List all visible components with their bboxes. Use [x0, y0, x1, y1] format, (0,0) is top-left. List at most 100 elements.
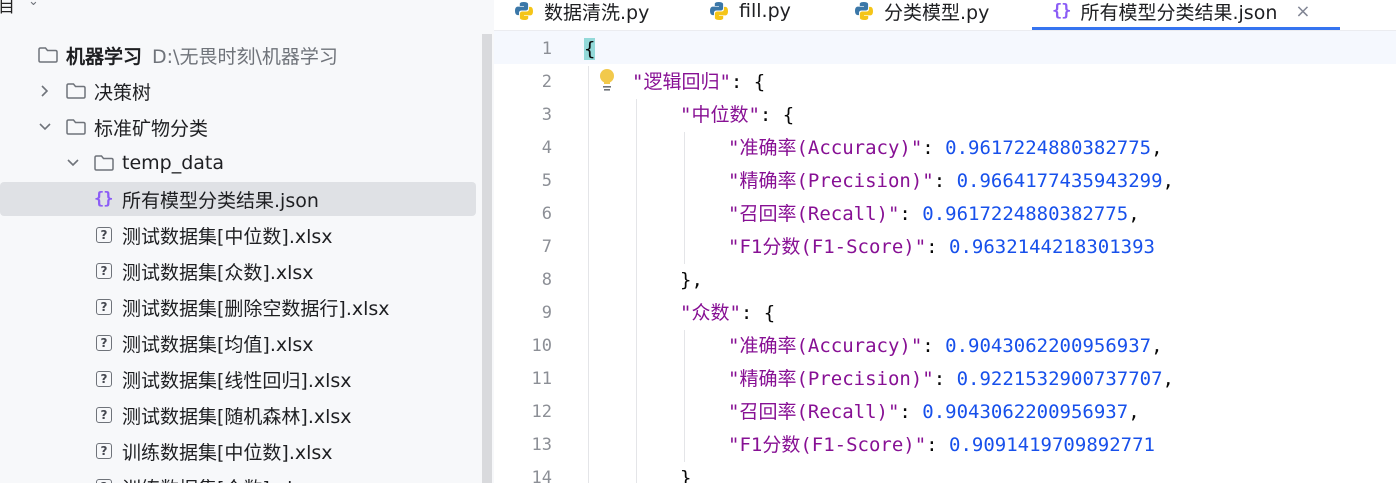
unknown-file-icon: ?	[96, 371, 112, 387]
unknown-file-icon: ?	[96, 479, 112, 483]
code-line[interactable]: },	[680, 264, 703, 297]
close-icon[interactable]: ×	[1295, 1, 1310, 22]
tree-item-label: 测试数据集[众数].xlsx	[122, 261, 314, 284]
line-number: 10	[531, 336, 552, 356]
json-punctuation: : {	[730, 71, 766, 93]
unknown-file-icon: ?	[96, 299, 112, 315]
json-key: "召回率(Recall)"	[728, 401, 900, 423]
tree-row-unknown[interactable]: ? 训练数据集[众数].xlsx	[0, 470, 476, 483]
code-line[interactable]: "准确率(Accuracy)": 0.9043062200956937,	[728, 330, 1163, 363]
tree-row-json[interactable]: {} 所有模型分类结果.json	[0, 182, 476, 216]
json-file-icon: {}	[94, 189, 114, 209]
json-key: "精确率(Precision)"	[728, 368, 934, 390]
json-number: 0.9091419709892771	[949, 434, 1155, 456]
tree-row-unknown[interactable]: ? 测试数据集[删除空数据行].xlsx	[0, 290, 476, 324]
json-number: 0.9043062200956937	[922, 401, 1129, 423]
code-line[interactable]: "召回率(Recall)": 0.9043062200956937,	[728, 396, 1140, 429]
code-line[interactable]: "准确率(Accuracy)": 0.9617224880382775,	[728, 132, 1163, 165]
chevron-right-icon[interactable]	[38, 84, 52, 98]
project-view-header[interactable]: 目 ⌄	[0, 0, 480, 17]
editor-tab[interactable]: 数据清洗.py	[514, 0, 649, 30]
python-icon	[854, 1, 874, 21]
editor-tab[interactable]: {} 所有模型分类结果.json ×	[1031, 0, 1341, 30]
json-punctuation: :	[899, 203, 923, 225]
editor-pane: 数据清洗.py fill.py 分类模型.py {} 所有模型分类结果.json × 1 2…	[494, 0, 1396, 483]
indent-guide	[684, 132, 685, 264]
tree-row-unknown[interactable]: ? 训练数据集[中位数].xlsx	[0, 434, 476, 468]
code-line[interactable]: }	[680, 462, 691, 483]
tree-row-folder[interactable]: 决策树	[0, 74, 476, 108]
tree-item-label: 标准矿物分类	[94, 117, 209, 140]
chevron-down-icon[interactable]	[66, 156, 80, 170]
tree-item-label: 机器学习 D:\无畏时刻\机器学习	[66, 45, 338, 68]
folder-icon	[38, 47, 58, 63]
code-line[interactable]: "逻辑回归": {	[632, 66, 765, 99]
json-punctuation: :	[899, 401, 923, 423]
python-icon	[514, 1, 534, 21]
line-number-gutter: 1 2 3 4 5 6 7 8 9 10 11 12 13 14	[494, 31, 564, 483]
tree-row-folder[interactable]: temp_data	[0, 146, 476, 180]
scrollbar-thumb[interactable]	[482, 34, 492, 483]
folder-icon	[66, 119, 86, 135]
json-punctuation: :	[933, 368, 957, 390]
lightbulb-icon[interactable]	[598, 68, 616, 92]
json-number: 0.9632144218301393	[949, 236, 1155, 258]
line-number: 2	[541, 72, 552, 92]
python-icon	[709, 1, 729, 21]
chevron-down-icon[interactable]: ⌄	[28, 0, 39, 9]
code-line[interactable]: "召回率(Recall)": 0.9617224880382775,	[728, 198, 1140, 231]
editor-tab-bar: 数据清洗.py fill.py 分类模型.py {} 所有模型分类结果.json ×	[494, 0, 1396, 31]
json-key: "中位数"	[680, 104, 760, 126]
line-number: 1	[541, 39, 552, 59]
code-line[interactable]: {	[584, 33, 596, 66]
unknown-file-icon: ?	[96, 227, 112, 243]
sidebar-scrollbar[interactable]	[480, 34, 494, 483]
json-punctuation: ,	[1128, 203, 1140, 225]
line-number: 8	[541, 270, 552, 290]
tree-item-label: 所有模型分类结果.json	[122, 189, 319, 212]
json-number: 0.9221532900737707	[956, 368, 1163, 390]
tree-item-label: 测试数据集[均值].xlsx	[122, 333, 314, 356]
line-number: 4	[541, 138, 552, 158]
json-punctuation: :	[922, 335, 946, 357]
json-punctuation: :	[933, 170, 957, 192]
json-punctuation: {	[584, 38, 596, 60]
json-punctuation: ,	[1162, 170, 1174, 192]
tree-item-label: 决策树	[94, 81, 152, 104]
tree-row-unknown[interactable]: ? 测试数据集[随机森林].xlsx	[0, 398, 476, 432]
json-punctuation: : {	[759, 104, 795, 126]
json-key: "召回率(Recall)"	[728, 203, 900, 225]
unknown-file-icon: ?	[96, 407, 112, 423]
tree-row-folder[interactable]: 机器学习 D:\无畏时刻\机器学习	[0, 38, 476, 72]
code-line[interactable]: "众数": {	[680, 297, 775, 330]
tree-row-unknown[interactable]: ? 测试数据集[众数].xlsx	[0, 254, 476, 288]
code-line[interactable]: "精确率(Precision)": 0.9664177435943299,	[728, 165, 1174, 198]
tree-item-label: 测试数据集[删除空数据行].xlsx	[122, 297, 390, 320]
tree-item-label: temp_data	[122, 152, 225, 174]
code-line[interactable]: "F1分数(F1-Score)": 0.9091419709892771	[728, 429, 1155, 462]
tree-item-label: 训练数据集[中位数].xlsx	[122, 441, 333, 464]
tree-row-folder[interactable]: 标准矿物分类	[0, 110, 476, 144]
json-punctuation: ,	[1162, 368, 1174, 390]
folder-icon	[66, 83, 86, 99]
folder-icon	[94, 155, 114, 171]
json-key: "准确率(Accuracy)"	[728, 137, 923, 159]
code-line[interactable]: "F1分数(F1-Score)": 0.9632144218301393	[728, 231, 1155, 264]
code-line[interactable]: "中位数": {	[680, 99, 794, 132]
chevron-down-icon[interactable]	[38, 120, 52, 134]
tree-row-unknown[interactable]: ? 测试数据集[线性回归].xlsx	[0, 362, 476, 396]
tree-row-unknown[interactable]: ? 测试数据集[均值].xlsx	[0, 326, 476, 360]
line-number: 3	[541, 105, 552, 125]
json-punctuation: ,	[1151, 137, 1163, 159]
editor-tab[interactable]: 分类模型.py	[854, 0, 989, 30]
line-number: 7	[541, 237, 552, 257]
code-area[interactable]: {"逻辑回归": {"中位数": {"准确率(Accuracy)": 0.961…	[584, 31, 1396, 483]
tree-item-label: 测试数据集[随机森林].xlsx	[122, 405, 352, 428]
code-line[interactable]: "精确率(Precision)": 0.9221532900737707,	[728, 363, 1174, 396]
tree-row-unknown[interactable]: ? 测试数据集[中位数].xlsx	[0, 218, 476, 252]
json-punctuation: },	[680, 269, 703, 291]
json-punctuation: }	[680, 467, 692, 483]
json-file-icon: {}	[1052, 1, 1072, 21]
editor-tab[interactable]: fill.py	[709, 0, 791, 30]
indent-guide	[684, 330, 685, 462]
